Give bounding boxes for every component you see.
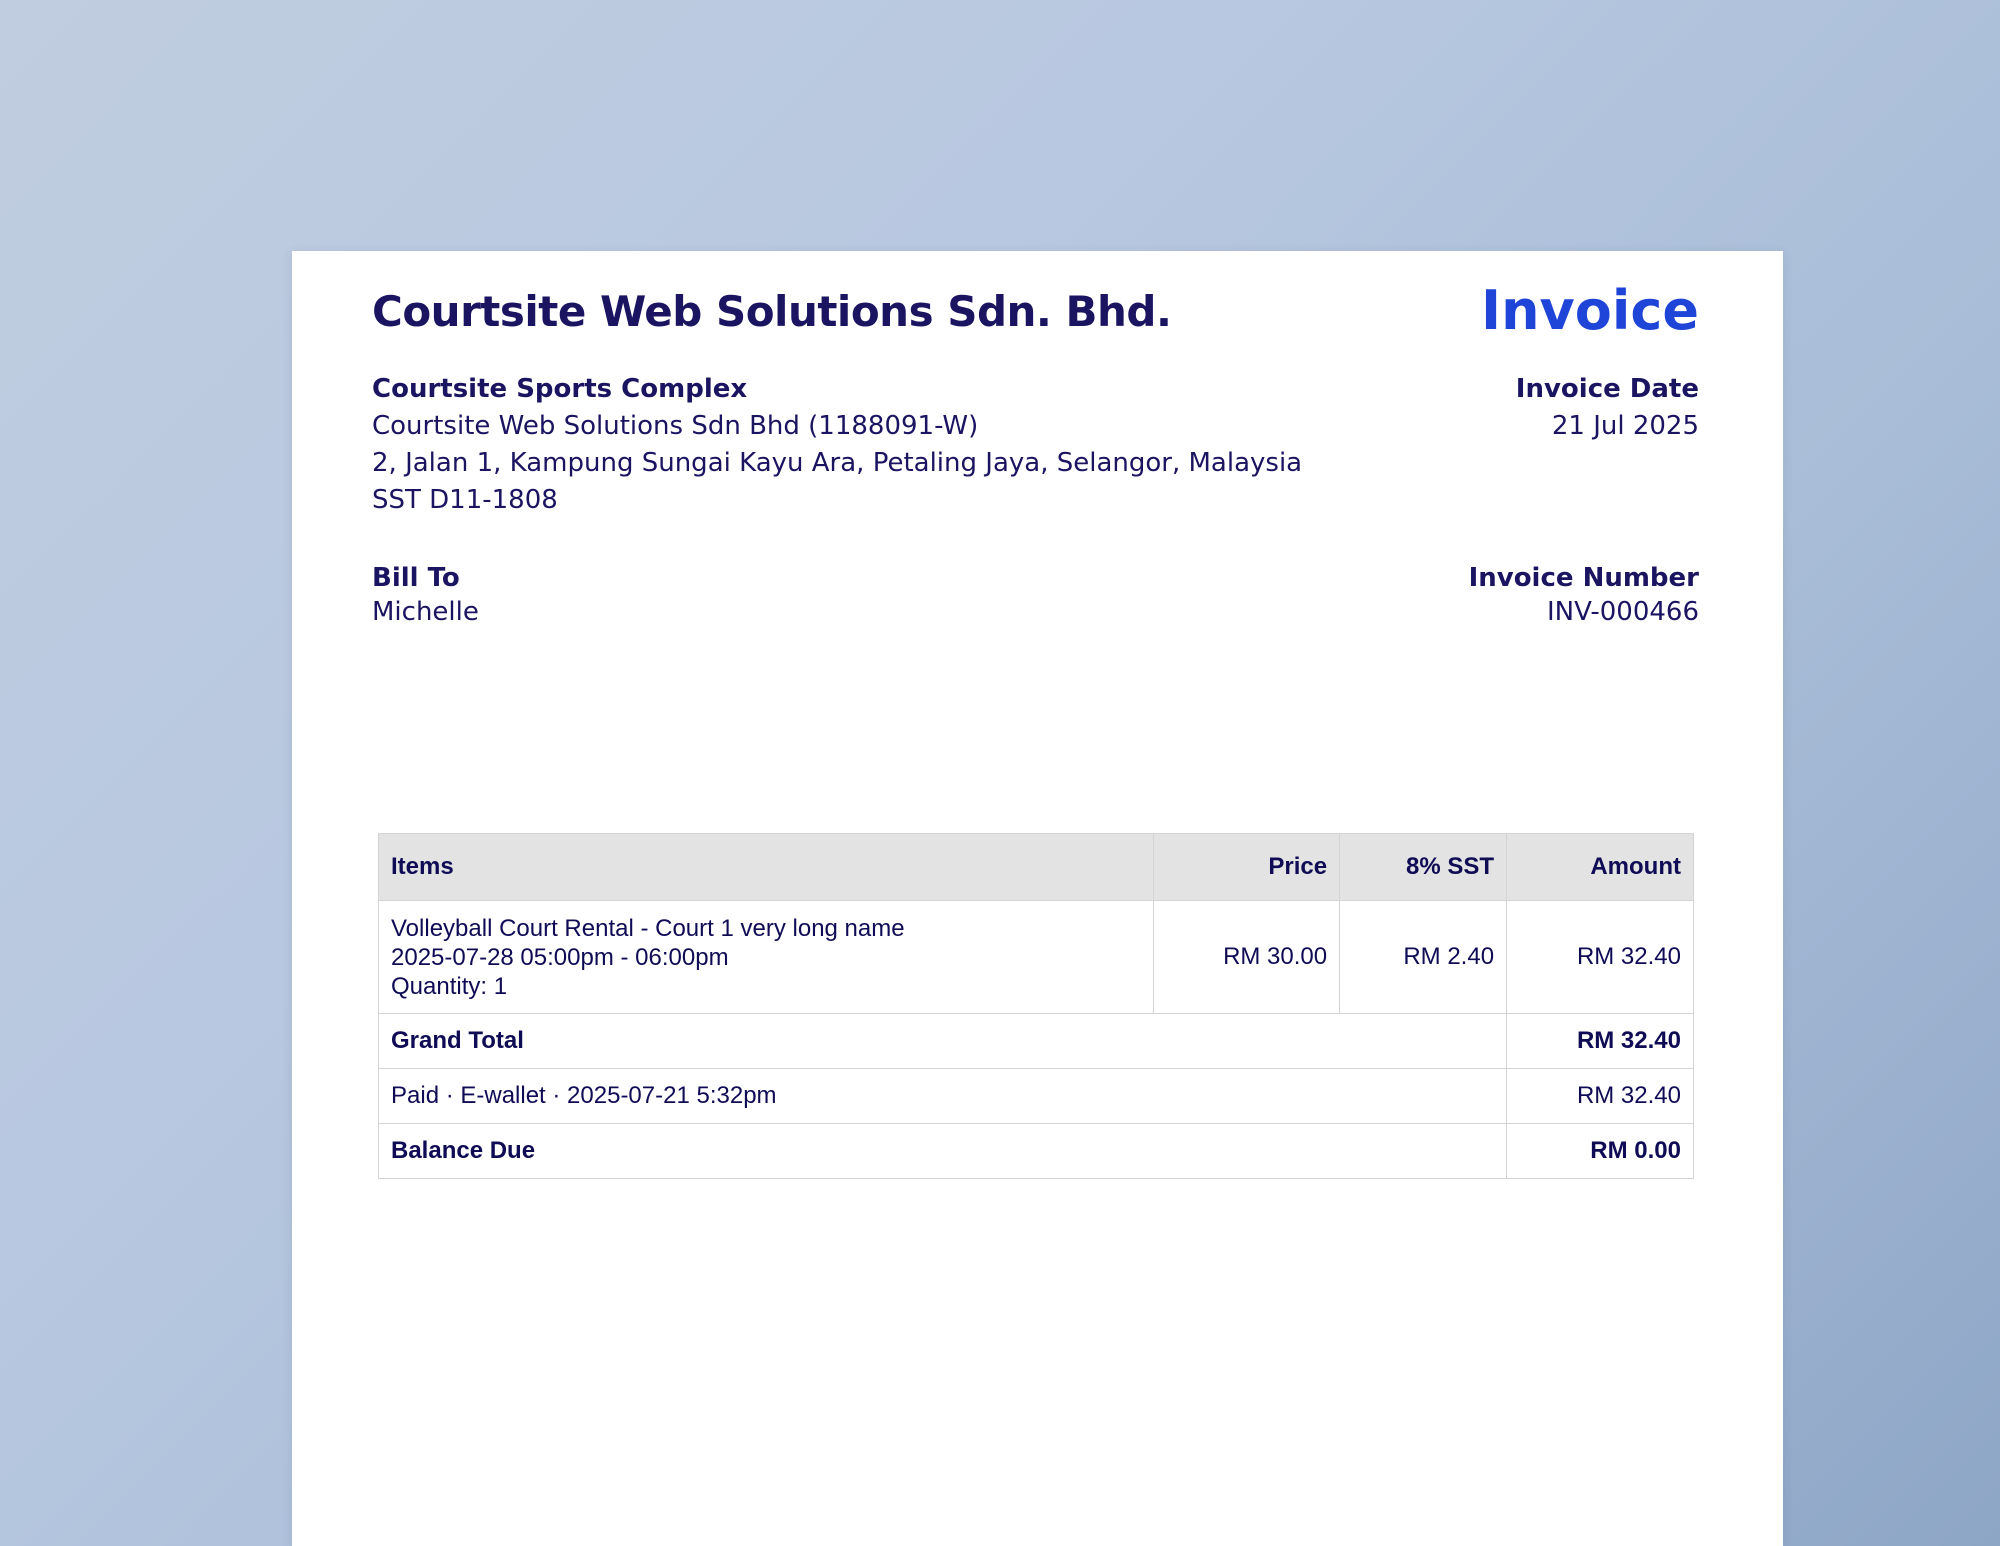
bill-to-block: Bill To Michelle — [372, 561, 479, 629]
payment-label: Paid · E-wallet · 2025-07-21 5:32pm — [377, 1068, 1508, 1124]
item-tax: RM 2.40 — [1339, 900, 1508, 1014]
invoice-number-value: INV-000466 — [1546, 597, 1699, 627]
items-table: Items Price 8% SST Amount Volleyball Cou… — [377, 833, 1694, 1179]
invoice-date-value: 21 Jul 2025 — [1551, 411, 1699, 441]
item-amount: RM 32.40 — [1506, 900, 1694, 1014]
seller-details: Courtsite Sports Complex Courtsite Web S… — [372, 371, 1302, 519]
invoice-number-block: Invoice Number INV-000466 — [1469, 561, 1699, 629]
invoice-title: Invoice — [1481, 279, 1699, 342]
payment-value: RM 32.40 — [1506, 1068, 1694, 1124]
grand-total-label: Grand Total — [377, 1013, 1508, 1069]
bill-to-label: Bill To — [372, 563, 460, 593]
company-name: Courtsite Web Solutions Sdn. Bhd. — [372, 287, 1172, 336]
seller-address: 2, Jalan 1, Kampung Sungai Kayu Ara, Pet… — [372, 448, 1303, 478]
item-price: RM 30.00 — [1153, 900, 1341, 1014]
balance-due-value: RM 0.00 — [1506, 1123, 1694, 1179]
item-time: 2025-07-28 05:00pm - 06:00pm — [391, 943, 729, 971]
balance-due-label: Balance Due — [377, 1123, 1508, 1179]
venue-name: Courtsite Sports Complex — [372, 374, 748, 404]
grand-total-row: Grand Total RM 32.40 — [377, 1013, 1694, 1069]
invoice-date-block: Invoice Date 21 Jul 2025 — [1516, 371, 1699, 445]
item-quantity: Quantity: 1 — [391, 972, 508, 1000]
seller-tax-id: SST D11-1808 — [372, 485, 558, 515]
item-name: Volleyball Court Rental - Court 1 very l… — [391, 914, 905, 942]
table-row: Volleyball Court Rental - Court 1 very l… — [377, 900, 1694, 1014]
invoice-page: Courtsite Web Solutions Sdn. Bhd. Invoic… — [292, 251, 1783, 1546]
invoice-date-label: Invoice Date — [1515, 374, 1699, 404]
payment-row: Paid · E-wallet · 2025-07-21 5:32pm RM 3… — [377, 1068, 1694, 1124]
header-tax: 8% SST — [1339, 833, 1508, 901]
invoice-number-label: Invoice Number — [1468, 563, 1699, 593]
header-amount: Amount — [1506, 833, 1694, 901]
item-description: Volleyball Court Rental - Court 1 very l… — [377, 900, 1155, 1014]
seller-legal-name: Courtsite Web Solutions Sdn Bhd (1188091… — [372, 411, 979, 441]
header-items: Items — [377, 833, 1155, 901]
table-header-row: Items Price 8% SST Amount — [377, 833, 1694, 901]
header-price: Price — [1153, 833, 1341, 901]
grand-total-value: RM 32.40 — [1506, 1013, 1694, 1069]
bill-to-name: Michelle — [372, 597, 479, 627]
balance-due-row: Balance Due RM 0.00 — [377, 1123, 1694, 1179]
